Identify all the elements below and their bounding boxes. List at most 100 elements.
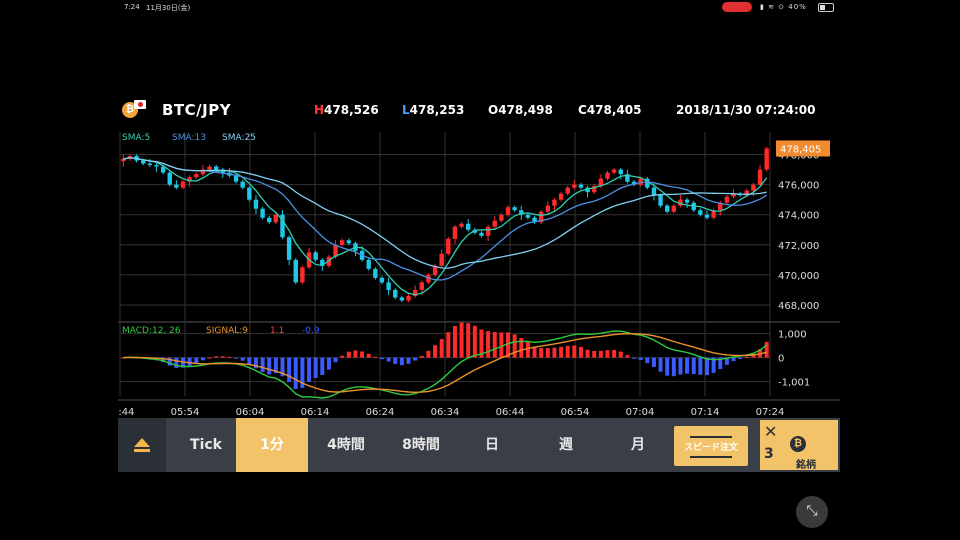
macd-histogram-bar [194,357,199,364]
candle [525,214,531,218]
macd-histogram-bar [499,332,504,358]
macd-histogram-bar [346,351,351,358]
price-tick-label: 470,000 [778,271,819,282]
macd-histogram-bar [472,325,477,358]
macd-histogram-bar [466,323,471,358]
macd-histogram-bar [559,346,564,358]
macd-histogram-bar [340,355,345,358]
macd-histogram-bar [247,357,252,365]
candle [366,259,371,269]
chart-svg[interactable]: 05:44 05:54 06:04 06:14 06:24 06:34 06:44 06:54… [118,124,840,418]
macd-legend: SIGNAL:9 [206,326,248,336]
tab-1min[interactable]: 1分 [236,418,308,472]
tab-4hour[interactable]: 4時間 [310,418,382,472]
speed-order-button[interactable]: スピード注文 [674,426,748,466]
tab-month[interactable]: 月 [602,418,674,472]
candle [638,178,643,185]
macd-histogram-bar [373,356,378,358]
macd-histogram-bar [731,357,736,362]
macd-tick-label: 0 [778,354,784,365]
macd-histogram-bar [486,331,491,358]
candle [512,207,517,211]
time-tick-label: 07:04 [626,407,655,418]
candle [446,238,451,254]
chart-header: ₿ BTC/JPY H478,526 L478,253 O478,498 C47… [118,98,838,124]
macd-histogram-bar [585,349,590,358]
macd-histogram-bar [698,357,703,375]
time-tick-label: 05:44 [118,407,134,418]
battery-icon [818,3,834,12]
bitcoin-icon: ₿ [790,436,806,452]
candle [247,187,252,200]
eject-menu-button[interactable] [118,418,166,472]
candle [658,195,663,206]
macd-histogram-bar [532,346,537,358]
macd-legend: MACD:12, 26 [122,326,181,336]
candle [147,163,153,166]
currency-pair[interactable]: BTC/JPY [162,101,231,119]
candle [293,259,298,283]
candle [611,169,617,173]
time-tick-label: 06:54 [561,407,590,418]
candle [671,205,677,212]
candle [240,181,245,188]
tab-tick[interactable]: Tick [170,418,242,472]
candle [466,223,471,230]
tab-week[interactable]: 週 [530,418,602,472]
macd-histogram-bar [260,357,265,373]
macd-histogram-bar [691,357,696,375]
candle [664,205,670,212]
tab-8hour[interactable]: 8時間 [382,418,460,472]
macd-histogram-bar [539,347,544,358]
macd-histogram-bar [744,356,749,358]
candle [207,166,212,170]
candle [373,268,378,278]
price-tick-label: 474,000 [778,211,819,222]
candle [267,217,272,223]
tab-day[interactable]: 日 [456,418,528,472]
macd-histogram-bar [240,357,245,361]
candle [552,199,557,206]
time-tick-label: 07:24 [756,407,785,418]
candle [339,240,345,245]
macd-histogram-bar [227,356,232,358]
macd-histogram-bar [433,345,438,358]
macd-histogram-bar [651,357,656,367]
candle [558,193,564,200]
price-tick-label: 468,000 [778,301,819,312]
eject-icon [134,438,150,447]
macd-histogram-bar [552,347,557,358]
candle [757,169,763,185]
macd-histogram-bar [525,342,530,358]
macd-histogram-bar [545,348,550,358]
candle [406,295,411,301]
time-tick-label: 06:14 [301,407,330,418]
macd-histogram-bar [459,322,464,358]
candle [684,199,690,203]
time-tick-label: 06:24 [366,407,395,418]
candle [253,199,259,209]
candle [605,172,610,179]
macd-histogram-bar [578,346,583,358]
candle [180,181,186,188]
macd-histogram-bar [439,339,444,358]
candle [379,277,385,283]
chart-datetime: 2018/11/30 07:24:00 [676,103,816,117]
macd-histogram-bar [738,357,743,360]
candle [300,267,305,283]
candle [618,169,623,175]
price-tick-label: 472,000 [778,241,819,252]
candle [578,184,584,188]
candle [499,214,504,221]
symbol-select-button[interactable]: ✕ 3 ₿ 銘柄 [760,420,838,471]
status-icons: ▮ ≋ ⊙ 40% [760,3,807,11]
fullscreen-exit-button[interactable]: ⤡ [796,496,828,528]
time-tick-label: 05:54 [171,407,200,418]
candle [545,205,551,212]
candle [651,187,657,196]
macd-tick-label: 1,000 [778,330,807,341]
macd-histogram-bar [704,357,709,376]
macd-histogram-bar [685,357,690,374]
price-chart[interactable]: 05:44 05:54 06:04 06:14 06:24 06:34 06:44 06:54… [118,124,840,418]
macd-histogram-bar [625,355,630,358]
